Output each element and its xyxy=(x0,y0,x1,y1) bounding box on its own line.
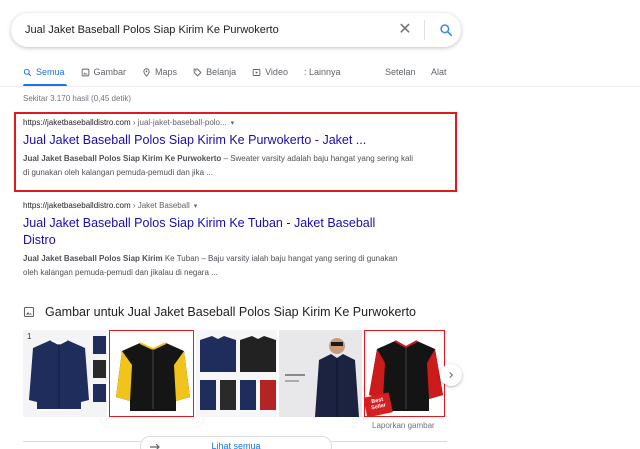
result-domain: https://jaketbaseballdistro.com xyxy=(23,201,131,210)
highlight-box xyxy=(14,112,457,192)
image-thumbnail[interactable]: 1 xyxy=(23,330,107,417)
search-box[interactable]: Jual Jaket Baseball Polos Siap Kirim Ke … xyxy=(11,13,461,47)
image-thumbnail[interactable] xyxy=(195,330,278,417)
search-divider xyxy=(424,20,425,40)
search-result: https://jaketbaseballdistro.com › Jaket … xyxy=(23,201,403,280)
image-thumbnail[interactable] xyxy=(108,330,194,417)
tab-label: Maps xyxy=(155,67,178,77)
tab-maps[interactable]: Maps xyxy=(142,67,177,77)
chevron-right-icon xyxy=(449,371,454,379)
search-icon[interactable] xyxy=(431,13,461,47)
result-snippet: Jual Jaket Baseball Polos Siap Kirim Ke … xyxy=(23,252,403,280)
result-cite[interactable]: https://jaketbaseballdistro.com › Jaket … xyxy=(23,201,403,210)
tab-gambar[interactable]: Gambar xyxy=(81,67,127,77)
image-carousel: 1 Best Seller xyxy=(23,330,447,417)
image-icon xyxy=(81,68,89,76)
thumbnail-number: 1 xyxy=(27,332,32,341)
image-thumbnail[interactable]: Best Seller xyxy=(364,330,445,417)
result-title-link[interactable]: Jual Jaket Baseball Polos Siap Kirim Ke … xyxy=(23,215,403,249)
play-icon xyxy=(252,68,261,76)
result-stats: Sekitar 3.170 hasil (0,45 detik) xyxy=(23,94,132,103)
see-all-button[interactable]: Lihat semua xyxy=(140,436,332,449)
carousel-next-button[interactable] xyxy=(440,364,462,386)
tab-label: Video xyxy=(265,67,288,77)
tab-label: Gambar xyxy=(93,67,127,77)
tab-semua[interactable]: Semua xyxy=(23,67,65,77)
see-all-label: Lihat semua xyxy=(211,441,261,449)
tab-label: : Lainnya xyxy=(303,67,341,77)
snippet-bold: Jual Jaket Baseball Polos Siap Kirim xyxy=(23,254,163,263)
tab-label: Belanja xyxy=(206,67,237,77)
report-images-link[interactable]: Laporkan gambar xyxy=(372,421,435,430)
tab-lainnya[interactable]: : Lainnya xyxy=(304,67,341,77)
map-pin-icon xyxy=(143,67,150,77)
images-section-title[interactable]: Gambar untuk Jual Jaket Baseball Polos S… xyxy=(45,305,416,319)
image-thumbnail[interactable] xyxy=(279,330,363,417)
tools-link[interactable]: Alat xyxy=(431,67,447,77)
search-icon xyxy=(23,68,32,76)
images-section-heading: Gambar untuk Jual Jaket Baseball Polos S… xyxy=(23,305,416,319)
result-breadcrumb: › Jaket Baseball xyxy=(130,201,190,210)
tab-label: Semua xyxy=(36,67,65,77)
search-tabs: Semua Gambar Maps Belanja Video : Lainny… xyxy=(23,64,640,80)
arrow-right-icon xyxy=(150,443,160,449)
tab-video[interactable]: Video xyxy=(252,67,288,77)
image-icon xyxy=(23,306,35,318)
clear-icon[interactable]: ✕ xyxy=(392,13,418,47)
more-options-icon[interactable]: ▾ xyxy=(194,203,198,210)
tabs-divider xyxy=(0,86,640,87)
tab-belanja[interactable]: Belanja xyxy=(193,67,236,77)
search-input[interactable]: Jual Jaket Baseball Polos Siap Kirim Ke … xyxy=(11,24,392,36)
tag-icon xyxy=(193,68,202,76)
settings-link[interactable]: Setelan xyxy=(385,67,416,77)
